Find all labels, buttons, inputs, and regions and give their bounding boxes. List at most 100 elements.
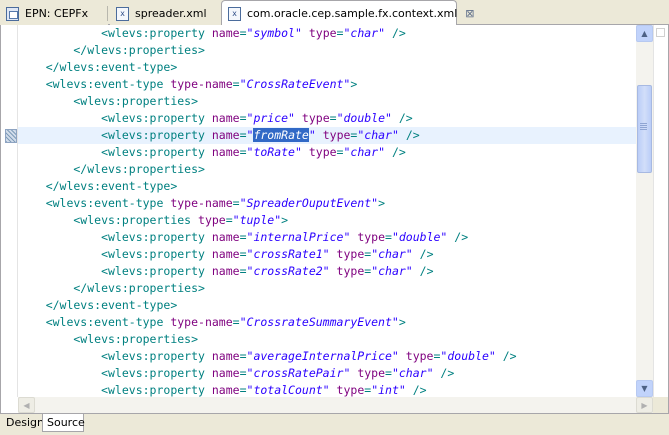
code-text: </wlevs:event-type> xyxy=(18,298,178,312)
code-line[interactable]: <wlevs:property name="toRate" type="char… xyxy=(18,144,636,161)
code-line[interactable]: </wlevs:properties> xyxy=(18,280,636,297)
code-value: "averageInternalPrice" xyxy=(246,349,399,363)
epn-diagram-icon xyxy=(6,6,19,21)
code-text: /> xyxy=(412,264,434,278)
code-line[interactable]: <wlevs:property name="crossRatePair" typ… xyxy=(18,365,636,382)
overview-ruler[interactable] xyxy=(653,25,668,397)
tab-source[interactable]: Source xyxy=(42,414,85,432)
code-text: <wlevs:event-type xyxy=(18,315,171,329)
code-value: "totalCount" xyxy=(246,383,330,397)
code-line[interactable]: <wlevs:property name="price" type="doubl… xyxy=(18,110,636,127)
code-line[interactable]: <wlevs:event-type type-name="CrossrateSu… xyxy=(18,314,636,331)
tab-context-xml[interactable]: x com.oracle.cep.sample.fx.context.xml ⊠ xyxy=(221,0,474,26)
editor-page-tabs: Design Source xyxy=(0,413,669,435)
xml-file-icon: x xyxy=(228,6,241,21)
code-text: <wlevs:property xyxy=(18,383,212,397)
code-attribute: name xyxy=(211,111,240,125)
code-attribute: name xyxy=(211,366,240,380)
code-value: " xyxy=(308,128,316,142)
code-line[interactable]: </wlevs:properties> xyxy=(18,42,636,59)
code-line[interactable]: </wlevs:properties> xyxy=(18,161,636,178)
code-attribute: name xyxy=(211,383,240,397)
code-attribute: name xyxy=(211,145,240,159)
code-line[interactable]: <wlevs:properties> xyxy=(18,93,636,110)
tab-spreader-xml[interactable]: x spreader.xml xyxy=(110,2,222,25)
vertical-scrollbar[interactable]: ▲ ▼ xyxy=(636,25,653,397)
code-text: = xyxy=(225,213,233,227)
scroll-down-button[interactable]: ▼ xyxy=(636,380,653,397)
code-line[interactable]: <wlevs:property name="crossRate1" type="… xyxy=(18,246,636,263)
code-line[interactable]: </wlevs:event-type> xyxy=(18,297,636,314)
scroll-grip-icon xyxy=(640,123,647,130)
code-value: "toRate" xyxy=(246,145,302,159)
xml-file-icon: x xyxy=(116,6,129,21)
code-attribute: type-name xyxy=(170,315,233,329)
code-text: <wlevs:properties> xyxy=(18,94,199,108)
code-attribute: type xyxy=(336,383,365,397)
code-text: <wlevs:property xyxy=(18,230,212,244)
scroll-right-button[interactable]: ▶ xyxy=(636,397,653,413)
code-line[interactable]: <wlevs:property name="symbol" type="char… xyxy=(18,25,636,42)
code-value: "CrossrateSummaryEvent" xyxy=(239,315,399,329)
code-value: "char" xyxy=(343,145,386,159)
code-value: "char" xyxy=(391,366,434,380)
code-text: <wlevs:property xyxy=(18,264,212,278)
code-text: = xyxy=(239,247,247,261)
code-text: > xyxy=(350,77,358,91)
source-editor[interactable]: <wlevs:property name="symbol" type="char… xyxy=(0,25,669,413)
code-text: /> xyxy=(433,366,455,380)
code-line[interactable]: <wlevs:property name="totalCount" type="… xyxy=(18,382,636,397)
code-line[interactable]: <wlevs:event-type type-name="CrossRateEv… xyxy=(18,76,636,93)
code-area[interactable]: <wlevs:property name="symbol" type="char… xyxy=(18,25,636,397)
code-value: "symbol" xyxy=(246,26,302,40)
code-text: = xyxy=(239,366,247,380)
code-attribute: type xyxy=(336,264,365,278)
code-text: <wlevs:event-type xyxy=(18,196,171,210)
code-attribute: type xyxy=(308,145,337,159)
code-value: "double" xyxy=(336,111,392,125)
code-line[interactable]: <wlevs:property name="crossRate2" type="… xyxy=(18,263,636,280)
code-line[interactable]: <wlevs:properties type="tuple"> xyxy=(18,212,636,229)
code-text: = xyxy=(232,77,240,91)
horizontal-scrollbar[interactable]: ◀ ▶ xyxy=(18,397,653,413)
code-line[interactable]: <wlevs:property name="averageInternalPri… xyxy=(18,348,636,365)
code-line[interactable]: </wlevs:event-type> xyxy=(18,178,636,195)
code-text: <wlevs:property xyxy=(18,111,212,125)
code-text: <wlevs:property xyxy=(18,247,212,261)
code-text: </wlevs:properties> xyxy=(18,162,205,176)
editor-tab-strip: EPN: CEPFx x spreader.xml x com.oracle.c… xyxy=(0,0,669,26)
code-value: "price" xyxy=(246,111,295,125)
code-attribute: type xyxy=(357,230,386,244)
code-text: = xyxy=(329,111,337,125)
code-line[interactable]: </wlevs:event-type> xyxy=(18,59,636,76)
code-line[interactable]: <wlevs:property name="internalPrice" typ… xyxy=(18,229,636,246)
scroll-left-button[interactable]: ◀ xyxy=(18,397,35,413)
scroll-up-button[interactable]: ▲ xyxy=(636,25,653,42)
code-attribute: name xyxy=(211,26,240,40)
code-text: /> xyxy=(412,247,434,261)
tab-design[interactable]: Design xyxy=(2,414,44,432)
code-text: = xyxy=(239,349,247,363)
current-line-marker xyxy=(5,129,17,143)
code-text: > xyxy=(398,315,406,329)
code-value: "tuple" xyxy=(232,213,282,227)
close-icon[interactable]: ⊠ xyxy=(465,7,474,20)
code-text: <wlevs:property xyxy=(18,366,212,380)
code-text: </wlevs:properties> xyxy=(18,281,205,295)
code-value: "double" xyxy=(440,349,496,363)
code-value: "crossRatePair" xyxy=(246,366,351,380)
code-line[interactable]: <wlevs:event-type type-name="SpreaderOup… xyxy=(18,195,636,212)
code-line[interactable]: <wlevs:properties> xyxy=(18,331,636,348)
code-attribute: name xyxy=(211,349,240,363)
code-text: </wlevs:properties> xyxy=(18,43,205,57)
code-value: "char" xyxy=(371,264,413,278)
tab-epn-cepfx[interactable]: EPN: CEPFx xyxy=(0,2,108,25)
vertical-ruler[interactable] xyxy=(2,25,18,397)
code-line[interactable]: <wlevs:property name="fromRate" type="ch… xyxy=(18,127,636,144)
code-text: = xyxy=(385,366,392,380)
code-text: /> xyxy=(495,349,517,363)
